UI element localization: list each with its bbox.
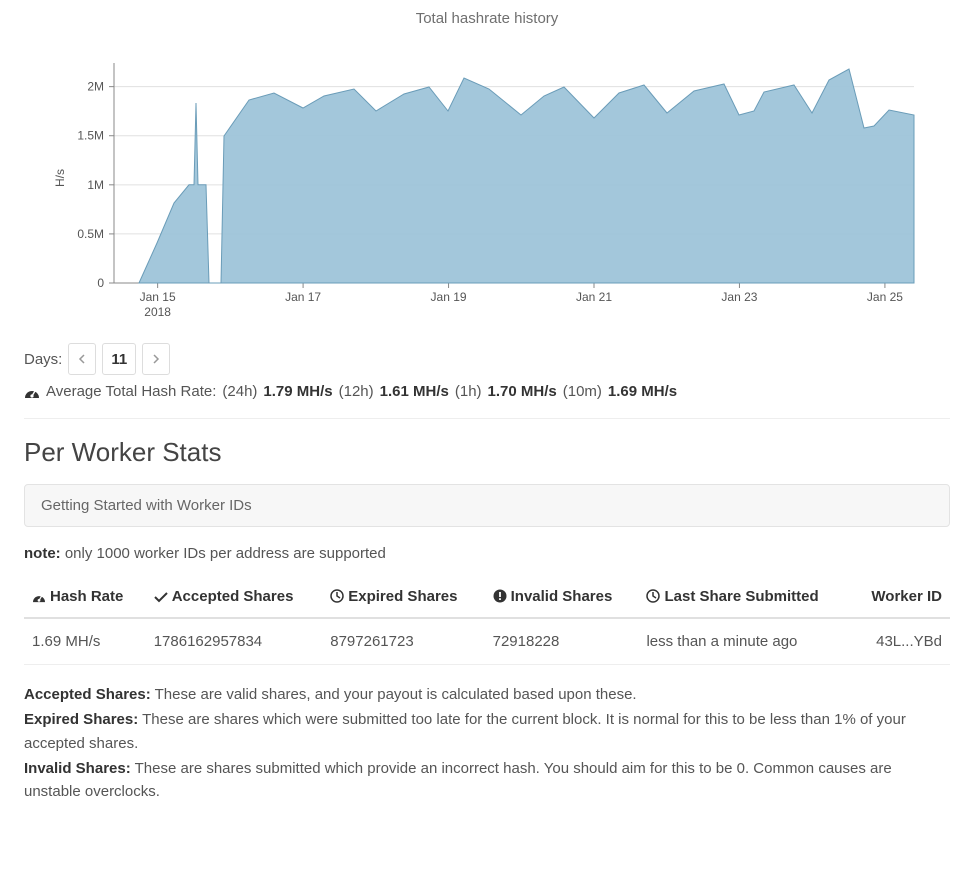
cell-invalid: 72918228 [485, 618, 639, 665]
check-icon [154, 591, 168, 603]
avg-window-0: (24h) [222, 383, 257, 400]
col-invalid[interactable]: Invalid Shares [485, 578, 639, 618]
y-tick-1: 0.5M [77, 227, 104, 241]
x-tick-1: Jan 17 [285, 290, 321, 304]
def-expired-text: These are shares which were submitted to… [24, 711, 906, 751]
note-text: only 1000 worker IDs per address are sup… [65, 545, 386, 562]
x-tick-0: Jan 15 [140, 290, 176, 304]
days-value: 11 [102, 343, 136, 375]
col-accepted[interactable]: Accepted Shares [146, 578, 323, 618]
avg-value-2: 1.70 MH/s [488, 383, 557, 400]
cell-hashrate: 1.69 MH/s [24, 618, 146, 665]
avg-value-1: 1.61 MH/s [380, 383, 449, 400]
definitions: Accepted Shares: These are valid shares,… [24, 683, 950, 803]
getting-started-panel[interactable]: Getting Started with Worker IDs [24, 484, 950, 527]
avg-window-2: (1h) [455, 383, 482, 400]
clock-icon [646, 589, 660, 603]
table-row: 1.69 MH/s 1786162957834 8797261723 72918… [24, 618, 950, 665]
x-tick-3: Jan 21 [576, 290, 612, 304]
days-prev-button[interactable] [68, 343, 96, 375]
divider [24, 418, 950, 419]
avg-value-3: 1.69 MH/s [608, 383, 677, 400]
hashrate-chart: 0 0.5M 1M 1.5M 2M H/s Jan 15 Jan 17 Jan … [24, 33, 950, 333]
def-invalid-text: These are shares submitted which provide… [24, 760, 892, 800]
cell-last: less than a minute ago [638, 618, 851, 665]
clock-icon [330, 589, 344, 603]
col-last[interactable]: Last Share Submitted [638, 578, 851, 618]
dashboard-icon [24, 385, 40, 399]
chevron-left-icon [78, 354, 86, 364]
def-accepted-label: Accepted Shares: [24, 686, 151, 703]
cell-accepted: 1786162957834 [146, 618, 323, 665]
chevron-right-icon [152, 354, 160, 364]
def-accepted-text: These are valid shares, and your payout … [155, 686, 637, 703]
col-hashrate[interactable]: Hash Rate [24, 578, 146, 618]
y-tick-2: 1M [87, 178, 104, 192]
avg-value-0: 1.79 MH/s [263, 383, 332, 400]
y-tick-4: 2M [87, 80, 104, 94]
def-invalid-label: Invalid Shares: [24, 760, 131, 777]
x-tick-2: Jan 19 [431, 290, 467, 304]
avg-prefix: Average Total Hash Rate: [46, 383, 216, 400]
exclamation-icon [493, 589, 507, 603]
x-tick-5: Jan 25 [867, 290, 903, 304]
days-label: Days: [24, 351, 62, 368]
average-hashrate-row: Average Total Hash Rate: (24h) 1.79 MH/s… [24, 383, 950, 400]
y-axis-label: H/s [53, 169, 67, 187]
col-worker[interactable]: Worker ID [852, 578, 950, 618]
x-tick-4: Jan 23 [721, 290, 757, 304]
avg-window-1: (12h) [339, 383, 374, 400]
workers-table: Hash Rate Accepted Shares Expired Shares… [24, 578, 950, 665]
cell-expired: 8797261723 [322, 618, 484, 665]
hashrate-area [139, 69, 914, 283]
avg-window-3: (10m) [563, 383, 602, 400]
cell-worker: 43L...YBd [852, 618, 950, 665]
worker-ids-note: note: only 1000 worker IDs per address a… [24, 545, 950, 562]
x-year: 2018 [144, 305, 171, 319]
dashboard-icon [32, 591, 46, 603]
col-expired[interactable]: Expired Shares [322, 578, 484, 618]
y-tick-0: 0 [97, 276, 104, 290]
def-expired-label: Expired Shares: [24, 711, 138, 728]
chart-title: Total hashrate history [24, 0, 950, 33]
per-worker-stats-heading: Per Worker Stats [24, 437, 950, 468]
y-tick-3: 1.5M [77, 129, 104, 143]
days-next-button[interactable] [142, 343, 170, 375]
note-label: note: [24, 545, 61, 562]
table-header-row: Hash Rate Accepted Shares Expired Shares… [24, 578, 950, 618]
